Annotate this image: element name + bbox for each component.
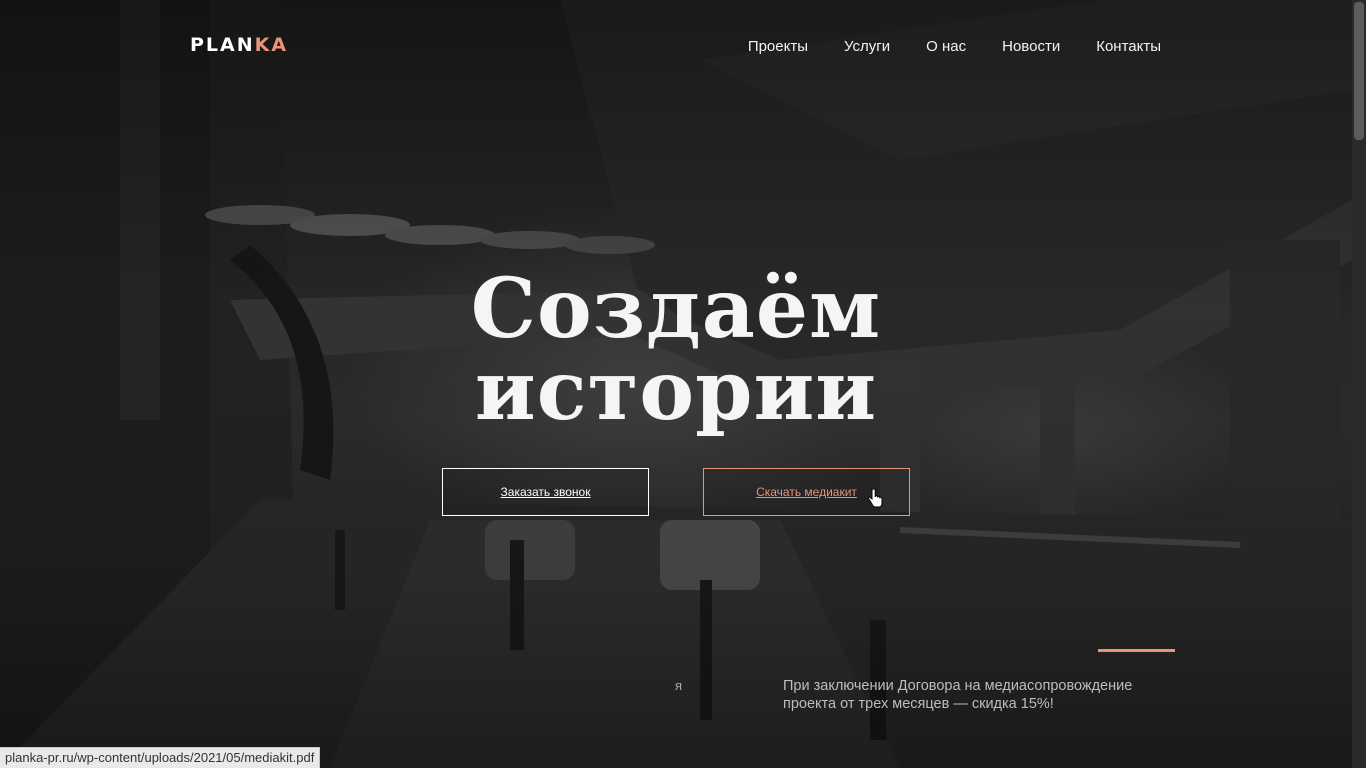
promo-stray-letter: я xyxy=(675,678,683,693)
promo-text: При заключении Договора на медиасопровож… xyxy=(783,677,1175,713)
page-scrollbar[interactable] xyxy=(1352,0,1366,768)
promo-text-line2: проекта от трех месяцев — скидка 15%! xyxy=(783,696,1054,712)
hero-headline-line1: Создаём xyxy=(470,261,882,357)
nav-item-contacts[interactable]: Контакты xyxy=(1096,37,1161,57)
nav-item-projects[interactable]: Проекты xyxy=(748,37,808,57)
main-nav: Проекты Услуги О нас Новости Контакты xyxy=(748,37,1161,57)
order-call-button[interactable]: Заказать звонок xyxy=(442,468,649,516)
logo-text-main: PLAN xyxy=(190,34,255,56)
promo-accent-line xyxy=(1098,649,1175,652)
hero-headline-line2: истории xyxy=(474,343,878,439)
nav-item-news[interactable]: Новости xyxy=(1002,37,1060,57)
hero-headline: Создаём истории xyxy=(0,268,1352,432)
nav-item-services[interactable]: Услуги xyxy=(844,37,890,57)
nav-item-about[interactable]: О нас xyxy=(926,37,966,57)
site-logo[interactable]: PLAN KA xyxy=(190,35,288,55)
hand-pointer-icon xyxy=(867,489,883,508)
promo-text-line1: При заключении Договора на медиасопровож… xyxy=(783,678,1133,694)
browser-status-bar: planka-pr.ru/wp-content/uploads/2021/05/… xyxy=(0,747,321,768)
scrollbar-thumb[interactable] xyxy=(1354,2,1364,140)
logo-text-accent: KA xyxy=(254,34,289,56)
